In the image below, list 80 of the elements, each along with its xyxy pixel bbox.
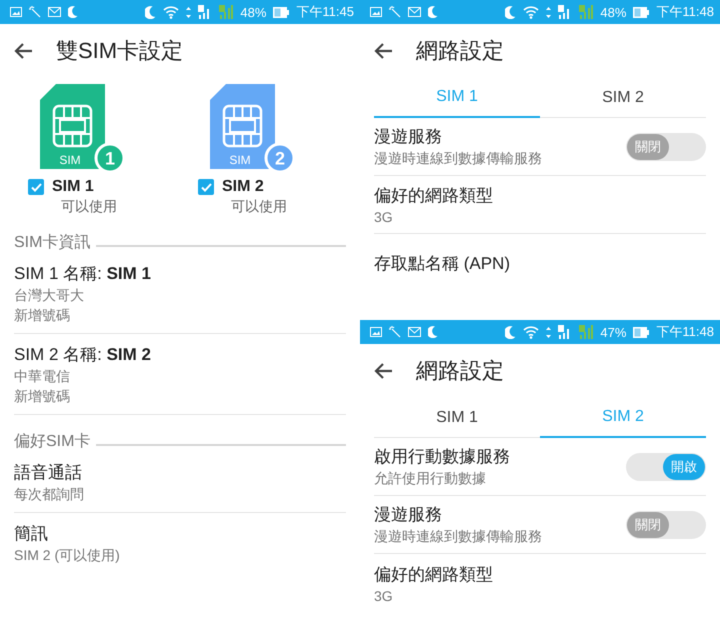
- item-title: 啟用行動數據服務: [374, 446, 511, 468]
- item-subtitle: 台灣大哥大: [14, 287, 85, 305]
- wifi-icon: [523, 6, 540, 18]
- wifi-icon: [523, 326, 540, 338]
- battery-percent: 48%: [240, 4, 266, 20]
- settings-item[interactable]: SIM 2 名稱: SIM 2 中華電信 新增號碼: [14, 334, 346, 415]
- item-title: 簡訊: [14, 523, 49, 545]
- item-title: 語音通話: [14, 462, 83, 484]
- mail-icon: [408, 327, 421, 337]
- item-title: 存取點名稱 (APN): [374, 252, 511, 274]
- settings-item[interactable]: 存取點名稱 (APN): [374, 234, 706, 292]
- image-icon: [370, 327, 382, 337]
- sim-status: 可以使用: [231, 198, 287, 216]
- signal-icon: [579, 325, 594, 339]
- status-time: 下午11:45: [296, 3, 354, 21]
- battery-percent: 47%: [600, 324, 626, 340]
- data-arrows-icon: [546, 6, 552, 18]
- switch-thumb: 關閉: [627, 134, 669, 160]
- item-subtitle: 漫遊時連線到數據傳輸服務: [374, 528, 543, 546]
- item-subtitle: 中華電信: [14, 368, 71, 386]
- screen-title: 網路設定: [416, 357, 504, 385]
- checkbox[interactable]: [198, 179, 214, 195]
- moon-icon: [428, 326, 438, 338]
- battery-icon: [273, 6, 290, 18]
- moon-icon: [68, 6, 78, 18]
- item-subtitle: 允許使用行動數據: [374, 470, 487, 488]
- status-time: 下午11:48: [656, 323, 714, 341]
- item-title: SIM 2 名稱: SIM 2: [14, 344, 152, 366]
- settings-item[interactable]: 啟用行動數據服務 允許使用行動數據 開啟: [374, 438, 706, 496]
- signal-icon: [579, 5, 594, 19]
- moon-icon: [145, 6, 156, 18]
- section-header: SIM卡資訊: [14, 232, 90, 253]
- data-arrows-icon: [546, 326, 552, 338]
- item-subtitle: SIM 2 (可以使用): [14, 547, 121, 565]
- signal-icon: [219, 5, 234, 19]
- item-title: 偏好的網路類型: [374, 185, 494, 207]
- item-subtitle: 3G: [374, 588, 394, 604]
- image-icon: [370, 7, 382, 17]
- battery-percent: 48%: [600, 4, 626, 20]
- switch-thumb: 開啟: [663, 454, 705, 480]
- screen-title: 網路設定: [416, 37, 504, 65]
- moon-icon: [428, 6, 438, 18]
- screen-title: 雙SIM卡設定: [56, 37, 184, 65]
- item-title: SIM 1 名稱: SIM 1: [14, 263, 152, 285]
- data-arrows-icon: [186, 6, 192, 18]
- moon-icon: [505, 6, 516, 18]
- magic-wand-icon: [29, 6, 41, 18]
- settings-item[interactable]: 偏好的網路類型 3G: [374, 554, 706, 612]
- battery-icon: [633, 6, 650, 18]
- sim-tab[interactable]: SIM 2: [540, 78, 706, 118]
- settings-item[interactable]: 簡訊 SIM 2 (可以使用): [14, 513, 346, 573]
- sim-label: SIM 1: [52, 178, 94, 196]
- sim-label: SIM 2: [222, 178, 264, 196]
- magic-wand-icon: [389, 6, 401, 18]
- item-title: 偏好的網路類型: [374, 564, 494, 586]
- image-icon: [10, 7, 22, 17]
- settings-item[interactable]: 漫遊服務 漫遊時連線到數據傳輸服務 關閉: [374, 496, 706, 554]
- item-subtitle: 漫遊時連線到數據傳輸服務: [374, 150, 543, 168]
- section-header: 偏好SIM卡: [14, 432, 90, 452]
- settings-item[interactable]: 語音通話 每次都詢問: [14, 452, 346, 513]
- switch-thumb: 關閉: [627, 512, 669, 538]
- item-subtitle: 新增號碼: [14, 307, 71, 325]
- wifi-icon: [163, 6, 180, 18]
- item-subtitle: 3G: [374, 209, 394, 225]
- settings-item[interactable]: SIM 1 名稱: SIM 1 台灣大哥大 新增號碼: [14, 253, 346, 334]
- item-subtitle: 每次都詢問: [14, 486, 85, 504]
- mail-icon: [408, 7, 421, 17]
- item-subtitle: 新增號碼: [14, 388, 71, 406]
- magic-wand-icon: [389, 326, 401, 338]
- battery-icon: [633, 326, 650, 338]
- sim-status: 可以使用: [61, 198, 117, 216]
- settings-item[interactable]: 偏好的網路類型 3G: [374, 176, 706, 234]
- mail-icon: [48, 7, 61, 17]
- checkbox[interactable]: [28, 179, 44, 195]
- item-title: 漫遊服務: [374, 504, 443, 526]
- settings-item[interactable]: 漫遊服務 漫遊時連線到數據傳輸服務 關閉: [374, 118, 706, 176]
- sim-tab[interactable]: SIM 1: [374, 398, 540, 438]
- status-time: 下午11:48: [656, 3, 714, 21]
- moon-icon: [505, 326, 516, 338]
- item-title: 漫遊服務: [374, 126, 443, 148]
